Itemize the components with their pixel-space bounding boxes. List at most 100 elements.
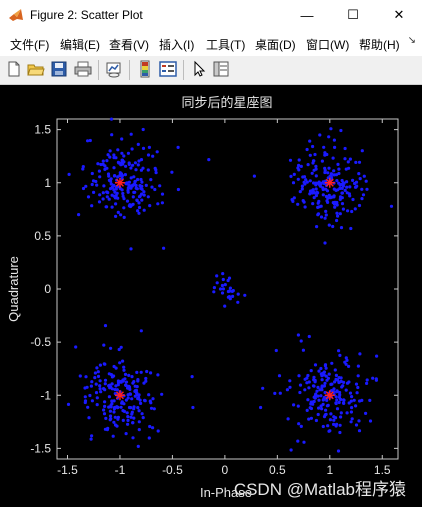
menu-edit[interactable]: 编辑(E) <box>60 36 100 53</box>
data-point <box>345 185 349 189</box>
data-point <box>365 378 369 382</box>
data-point <box>109 179 113 183</box>
star-marker <box>114 177 125 188</box>
menu-overflow-icon[interactable]: ↘ <box>408 35 416 46</box>
data-point <box>339 376 343 380</box>
data-point <box>119 405 123 409</box>
data-point <box>300 187 304 191</box>
data-point <box>236 292 240 296</box>
data-point <box>350 406 354 410</box>
star-marker <box>114 390 125 401</box>
data-point <box>110 402 114 406</box>
data-point <box>131 195 135 199</box>
data-point <box>150 185 154 189</box>
data-point <box>313 363 318 367</box>
data-point <box>345 411 349 415</box>
data-point <box>374 377 378 381</box>
pointer-icon[interactable] <box>190 60 208 78</box>
menu-tools[interactable]: 工具(T) <box>206 36 245 53</box>
data-point <box>349 226 353 231</box>
data-point <box>119 213 123 217</box>
open-folder-icon[interactable] <box>27 60 45 78</box>
data-point <box>103 167 107 171</box>
data-point <box>292 172 296 176</box>
data-point <box>340 196 344 200</box>
legend-icon[interactable] <box>159 60 177 78</box>
data-point <box>90 434 94 438</box>
data-point <box>107 405 111 409</box>
menu-window[interactable]: 窗口(W) <box>306 36 349 53</box>
data-point <box>316 212 321 216</box>
data-point <box>347 192 351 196</box>
data-point <box>322 145 326 149</box>
close-button[interactable]: ✕ <box>376 0 422 30</box>
print-icon[interactable] <box>74 60 92 78</box>
data-point <box>96 370 100 374</box>
data-point <box>94 179 98 184</box>
menu-insert[interactable]: 插入(I) <box>159 36 194 53</box>
data-point <box>156 429 160 433</box>
property-inspector-icon[interactable] <box>212 60 230 78</box>
data-point <box>129 406 133 410</box>
data-point <box>329 412 333 416</box>
data-point <box>136 379 140 383</box>
save-icon[interactable] <box>50 60 68 78</box>
data-point <box>339 415 343 419</box>
data-point <box>90 204 94 208</box>
data-point <box>126 393 130 397</box>
data-point <box>292 403 296 407</box>
menu-view[interactable]: 查看(V) <box>109 36 149 53</box>
data-point <box>124 383 128 387</box>
data-point <box>108 149 112 153</box>
y-tick-label: -1.5 <box>30 441 51 455</box>
menu-desktop[interactable]: 桌面(D) <box>255 36 296 53</box>
data-point <box>324 213 328 217</box>
data-point <box>291 181 296 185</box>
menu-help[interactable]: 帮助(H) <box>359 36 400 53</box>
scatter-plot[interactable]: 同步后的星座图 Quadrature In-Phase -1.5 -1 -0.5 0 0… <box>0 85 422 507</box>
data-point <box>323 166 327 170</box>
data-point <box>332 187 336 191</box>
minimize-button[interactable]: — <box>284 0 330 30</box>
link-plot-icon[interactable] <box>105 60 123 78</box>
data-point <box>140 412 144 416</box>
data-point <box>102 408 106 412</box>
data-point <box>126 396 130 400</box>
data-point <box>83 395 87 399</box>
data-point <box>127 183 131 187</box>
data-point <box>112 420 116 424</box>
data-point <box>117 161 121 165</box>
data-point <box>85 385 89 389</box>
data-point <box>312 375 316 379</box>
data-point <box>274 348 278 353</box>
data-point <box>105 428 109 432</box>
data-point <box>103 404 107 408</box>
data-point <box>114 202 118 206</box>
data-point <box>215 274 219 278</box>
data-point <box>113 415 117 419</box>
data-point <box>318 184 323 188</box>
data-point <box>358 177 362 181</box>
data-point <box>145 369 149 374</box>
data-point <box>360 197 364 201</box>
data-point <box>112 184 116 188</box>
data-point <box>296 177 300 181</box>
data-point <box>160 392 164 396</box>
figure-canvas: 同步后的星座图 Quadrature In-Phase -1.5 -1 -0.5 0 0… <box>0 85 422 507</box>
data-point <box>90 380 94 384</box>
data-point <box>351 197 355 202</box>
data-point <box>133 179 137 183</box>
data-point <box>319 394 323 398</box>
data-point <box>327 166 331 170</box>
data-point <box>324 412 328 416</box>
data-point <box>319 181 323 186</box>
data-point <box>314 181 318 185</box>
data-point <box>136 163 140 167</box>
maximize-button[interactable]: ☐ <box>330 0 376 30</box>
data-point <box>138 184 142 188</box>
colorbar-icon[interactable] <box>136 60 154 78</box>
menu-file[interactable]: 文件(F) <box>10 36 49 53</box>
new-figure-icon[interactable] <box>5 60 23 78</box>
figure-toolbar <box>0 56 422 85</box>
data-point <box>137 211 141 215</box>
